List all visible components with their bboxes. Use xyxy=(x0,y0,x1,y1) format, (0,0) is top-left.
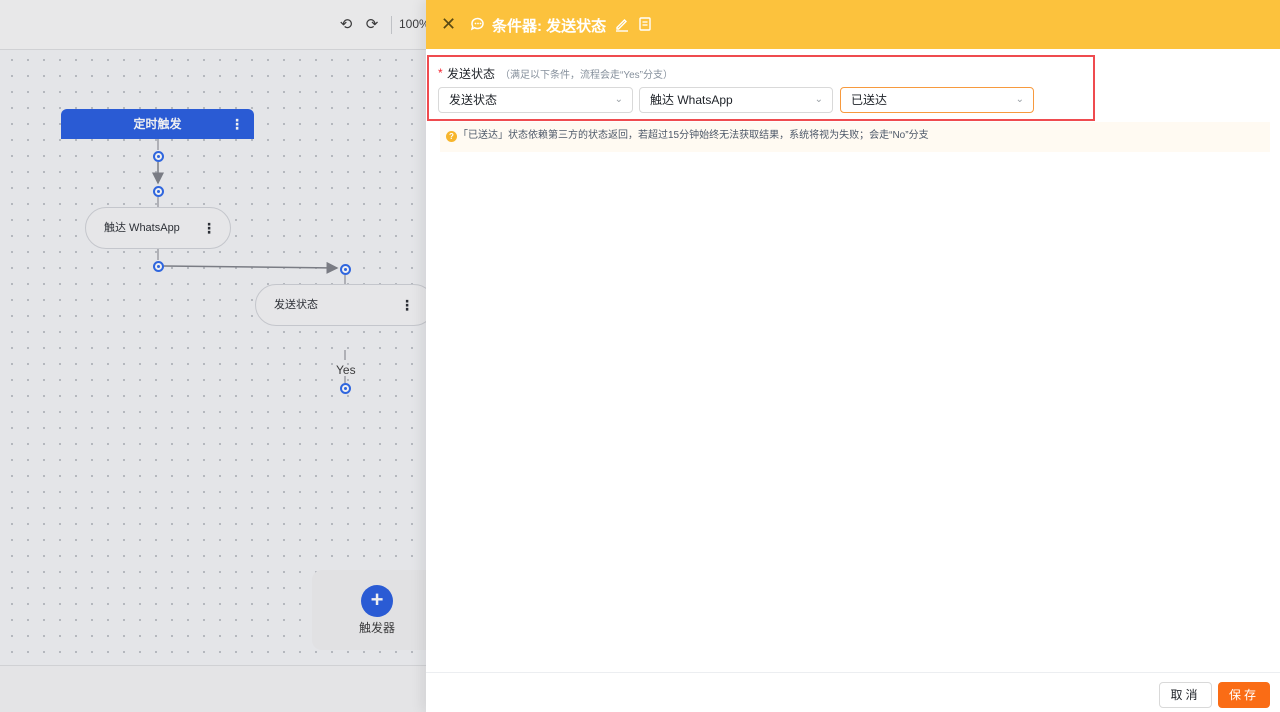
field-label: 发送状态 xyxy=(447,67,496,81)
drawer-footer: 取消 保存 xyxy=(426,672,1280,712)
select-value: 触达 WhatsApp xyxy=(650,93,733,107)
close-icon[interactable]: ✕ xyxy=(441,13,456,35)
status-value-select[interactable]: 已送达 ⌄ xyxy=(840,87,1034,113)
save-button[interactable]: 保存 xyxy=(1218,682,1270,708)
notice-banner: ? 「已送达」状态依赖第三方的状态返回，若超过15分钟始终无法获取结果，系统将视… xyxy=(440,122,1270,152)
chevron-down-icon: ⌄ xyxy=(614,94,623,105)
chevron-down-icon: ⌄ xyxy=(1015,94,1024,105)
condition-drawer: ✕ 条件器: 发送状态 * 发送状态 （满足以下条件，流程会走“Yes”分支） … xyxy=(426,0,1280,712)
field-hint: （满足以下条件，流程会走“Yes”分支） xyxy=(500,70,673,81)
chat-icon xyxy=(470,17,484,31)
question-icon: ? xyxy=(446,131,457,142)
note-icon[interactable] xyxy=(637,16,653,32)
chevron-down-icon: ⌄ xyxy=(814,94,823,105)
select-value: 发送状态 xyxy=(449,93,498,107)
node-select[interactable]: 触达 WhatsApp ⌄ xyxy=(639,87,833,113)
condition-type-select[interactable]: 发送状态 ⌄ xyxy=(438,87,633,113)
drawer-title: 条件器: 发送状态 xyxy=(492,18,607,35)
edit-icon[interactable] xyxy=(614,16,630,32)
select-value: 已送达 xyxy=(851,93,888,107)
notice-text: 「已送达」状态依赖第三方的状态返回，若超过15分钟始终无法获取结果，系统将视为失… xyxy=(458,130,929,141)
required-mark: * xyxy=(438,66,443,80)
cancel-button[interactable]: 取消 xyxy=(1159,682,1212,708)
drawer-header: ✕ 条件器: 发送状态 xyxy=(426,0,1280,49)
